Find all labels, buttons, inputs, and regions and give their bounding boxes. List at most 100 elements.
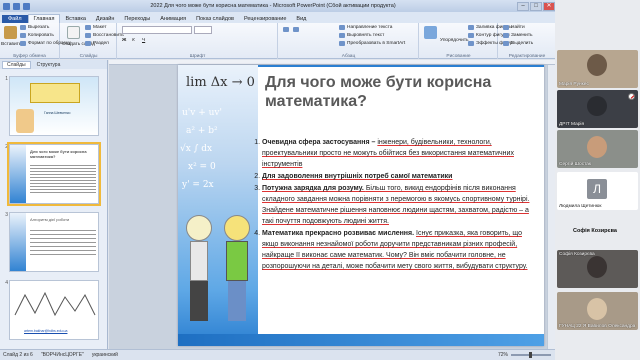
layout-button[interactable]: Макет — [85, 25, 107, 30]
search-icon — [503, 25, 509, 30]
tab-review[interactable]: Рецензирование — [239, 15, 291, 23]
thumb-number: 3 — [5, 212, 8, 218]
tab-outline[interactable]: Структура — [33, 62, 65, 68]
participant-name: Сергій Шостак — [559, 162, 591, 167]
find-button[interactable]: Найти — [503, 25, 525, 30]
list-item: Для задоволення внутрішніх потреб самої … — [262, 171, 540, 182]
new-slide-icon[interactable] — [67, 26, 80, 39]
participant-tile[interactable]: Л Людмила Щетинюк — [557, 172, 638, 210]
vertical-scrollbar[interactable] — [547, 65, 555, 349]
zoom-level[interactable]: 72% — [498, 352, 508, 358]
tab-home[interactable]: Главная — [27, 14, 61, 23]
zoom-slider[interactable] — [511, 352, 551, 358]
thumb-number: 2 — [5, 144, 8, 150]
text-direction-icon — [339, 25, 345, 30]
thumb-frame: Для чого може бути корисна математика? — [7, 142, 101, 206]
slide-counter: Слайд 2 из 6 — [3, 352, 33, 358]
participant-tile[interactable]: Сергій Шостак — [557, 130, 638, 168]
bullets-button[interactable] — [283, 27, 289, 32]
paste-icon[interactable] — [4, 26, 17, 39]
slide-bottom-bar — [178, 334, 544, 346]
svg-text:a² + b²: a² + b² — [186, 126, 218, 136]
thumb-banner — [30, 83, 80, 103]
slide-body[interactable]: Очевидна сфера застосування – інженери, … — [250, 137, 540, 273]
scissors-icon — [20, 25, 26, 30]
tab-view[interactable]: Вид — [291, 15, 311, 23]
undo-icon[interactable] — [13, 2, 20, 10]
save-icon[interactable] — [3, 2, 10, 10]
group-slides: Создать слайд Макет Восстановить Раздел … — [61, 23, 124, 59]
language[interactable]: украинский — [92, 352, 118, 358]
replace-icon — [503, 33, 509, 38]
slide-thumbnail-3[interactable]: 3 Алгоритм дієї роботи — [2, 212, 99, 272]
math-strip: lim Δx → 0 u'v + uv' a² + b² √x ∫ dx x² … — [178, 65, 258, 346]
thumb-graph — [14, 291, 96, 317]
slide-thumbnail-2[interactable]: 2 Для чого може бути корисна математика? — [2, 142, 101, 206]
tab-slides[interactable]: Слайды — [2, 60, 31, 69]
thumb-strip — [10, 145, 26, 203]
participant-name: Марія Рункес — [559, 82, 589, 87]
maximize-button[interactable]: □ — [530, 1, 542, 11]
thumb-number: 4 — [5, 280, 8, 286]
minimize-button[interactable]: – — [517, 1, 529, 11]
layout-icon — [85, 25, 91, 30]
paste-button[interactable]: Вставить — [1, 42, 21, 47]
copy-button[interactable]: Копировать — [20, 33, 54, 38]
group-drawing: Упорядочить Заливка фигуры Контур фигуры… — [420, 23, 513, 59]
window-title: 2022 Для чого може бути корисна математи… — [150, 3, 396, 9]
reset-icon — [85, 33, 91, 38]
slide-canvas[interactable]: lim Δx → 0 u'v + uv' a² + b² √x ∫ dx x² … — [178, 65, 544, 346]
group-label: Рисование — [446, 54, 471, 59]
tab-animation[interactable]: Анимация — [155, 15, 191, 23]
list-item: Потужна зарядка для розуму. Більш того, … — [262, 183, 540, 227]
thumb-frame: Алгоритм дієї роботи — [9, 212, 99, 272]
list-item: Очевидна сфера застосування – інженери, … — [262, 137, 540, 170]
smartart-button[interactable]: Преобразовать в SmartArt — [339, 41, 405, 46]
participant-name: Софія Козирєва — [559, 252, 595, 257]
svg-text:u'v + uv': u'v + uv' — [182, 108, 222, 118]
tab-insert[interactable]: Вставка — [60, 15, 90, 23]
close-button[interactable]: ✕ — [543, 1, 555, 11]
numbering-button[interactable] — [293, 27, 299, 32]
replace-button[interactable]: Заменить — [503, 33, 533, 38]
group-label: Слайды — [79, 54, 98, 59]
font-family-select[interactable] — [122, 26, 192, 34]
participant-tile[interactable]: ГУНАЦ 22 Я Вавилов Олександра — [557, 292, 638, 330]
tab-slideshow[interactable]: Показ слайдов — [191, 15, 239, 23]
bold-button[interactable]: Ж — [122, 38, 126, 43]
thumb-text: Алгоритм дієї роботи — [30, 217, 70, 222]
slide-thumbnail-4[interactable]: 4 artem.bakhar@hdbs.edu.ua — [2, 280, 99, 340]
fill-icon — [468, 25, 474, 30]
smartart-icon — [339, 41, 345, 46]
cut-button[interactable]: Вырезать — [20, 25, 49, 30]
copy-icon — [20, 33, 26, 38]
cartoon-boy — [180, 215, 218, 330]
italic-button[interactable]: К — [132, 38, 135, 43]
shapes-icon[interactable] — [424, 26, 437, 39]
section-button[interactable]: Раздел — [85, 41, 109, 46]
slide-title[interactable]: Для чого може бути корисна математика? — [265, 73, 535, 111]
align-text-button[interactable]: Выровнять текст — [339, 33, 384, 38]
participant-tile[interactable]: Софія Козирєва — [557, 250, 638, 288]
participant-tile[interactable]: Марія Рункес — [557, 50, 638, 88]
participant-name: Людмила Щетинюк — [559, 204, 602, 209]
group-label: Буфер обмена — [13, 54, 46, 59]
tab-transitions[interactable]: Переходы — [119, 15, 155, 23]
font-size-select[interactable] — [194, 26, 212, 34]
text-direction-button[interactable]: Направление текста — [339, 25, 392, 30]
participant-tile[interactable]: Софія Козирєва — [557, 222, 638, 238]
thumb-text: artem.bakhar@hdbs.edu.ua — [24, 329, 68, 333]
group-label: Абзац — [341, 54, 356, 59]
participant-tile[interactable]: ДРІТ Марія — [557, 90, 638, 128]
tab-design[interactable]: Дизайн — [91, 15, 120, 23]
group-paragraph: Направление текста Выровнять текст Преоб… — [279, 23, 419, 59]
ribbon: Вставить Вырезать Копировать Формат по о… — [0, 23, 555, 59]
tab-file[interactable]: Файл — [2, 15, 28, 23]
arrange-button[interactable]: Упорядочить — [440, 38, 469, 43]
underline-button[interactable]: Ч — [142, 38, 145, 43]
thumb-text: Для чого може бути корисна математика? — [30, 149, 87, 159]
thumb-text: Ганна Шевченко — [44, 111, 71, 115]
redo-icon[interactable] — [23, 2, 30, 10]
slide-thumbnail-1[interactable]: 1 Ганна Шевченко — [2, 76, 99, 136]
select-button[interactable]: Выделить — [503, 41, 533, 46]
